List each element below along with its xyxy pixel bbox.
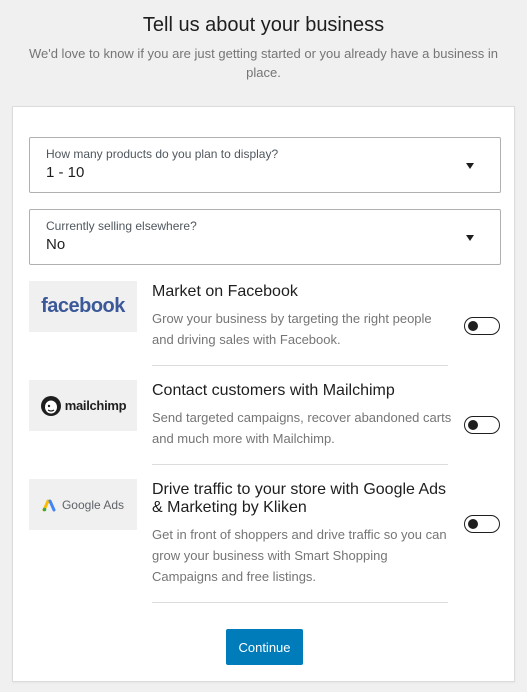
- chevron-down-icon: [466, 235, 474, 241]
- mailchimp-logo: mailchimp: [29, 380, 137, 431]
- extension-description: Send targeted campaigns, recover abandon…: [152, 410, 452, 446]
- facebook-logo: facebook: [29, 281, 137, 332]
- mailchimp-icon: [40, 395, 61, 416]
- toggle-knob: [468, 321, 478, 331]
- google-ads-icon: [42, 499, 56, 511]
- products-count-select[interactable]: How many products do you plan to display…: [29, 137, 501, 193]
- toggle-knob: [468, 420, 478, 430]
- google-ads-logo: Google Ads: [29, 479, 137, 530]
- divider: [152, 464, 448, 465]
- mailchimp-toggle[interactable]: [464, 416, 500, 434]
- products-count-value: 1 - 10: [46, 164, 85, 181]
- extension-mailchimp: mailchimp Contact customers with Mailchi…: [29, 380, 501, 466]
- extension-facebook: facebook Market on Facebook Grow your bu…: [29, 281, 501, 367]
- selling-elsewhere-label: Currently selling elsewhere?: [46, 219, 197, 233]
- mailchimp-logo-text: mailchimp: [64, 398, 127, 413]
- continue-button[interactable]: Continue: [226, 629, 303, 665]
- toggle-knob: [468, 519, 478, 529]
- facebook-logo-text: facebook: [41, 295, 125, 317]
- extension-google-ads: Google Ads Drive traffic to your store w…: [29, 479, 501, 605]
- page-title: Tell us about your business: [142, 14, 385, 36]
- extension-title: Market on Facebook: [152, 283, 298, 300]
- selling-elsewhere-select[interactable]: Currently selling elsewhere? No: [29, 209, 501, 265]
- facebook-toggle[interactable]: [464, 317, 500, 335]
- divider: [152, 602, 448, 603]
- chevron-down-icon: [466, 163, 474, 169]
- extension-title: Contact customers with Mailchimp: [152, 382, 395, 399]
- page-subtitle: We'd love to know if you are just gettin…: [28, 46, 499, 80]
- extension-description: Get in front of shoppers and drive traff…: [152, 527, 447, 584]
- google-ads-logo-text: Google Ads: [61, 497, 125, 512]
- google-ads-toggle[interactable]: [464, 515, 500, 533]
- products-count-label: How many products do you plan to display…: [46, 147, 279, 161]
- business-details-card: How many products do you plan to display…: [12, 106, 515, 682]
- divider: [152, 365, 448, 366]
- selling-elsewhere-value: No: [46, 236, 66, 253]
- extension-title: Drive traffic to your store with Google …: [152, 481, 447, 516]
- extension-description: Grow your business by targeting the righ…: [152, 311, 432, 347]
